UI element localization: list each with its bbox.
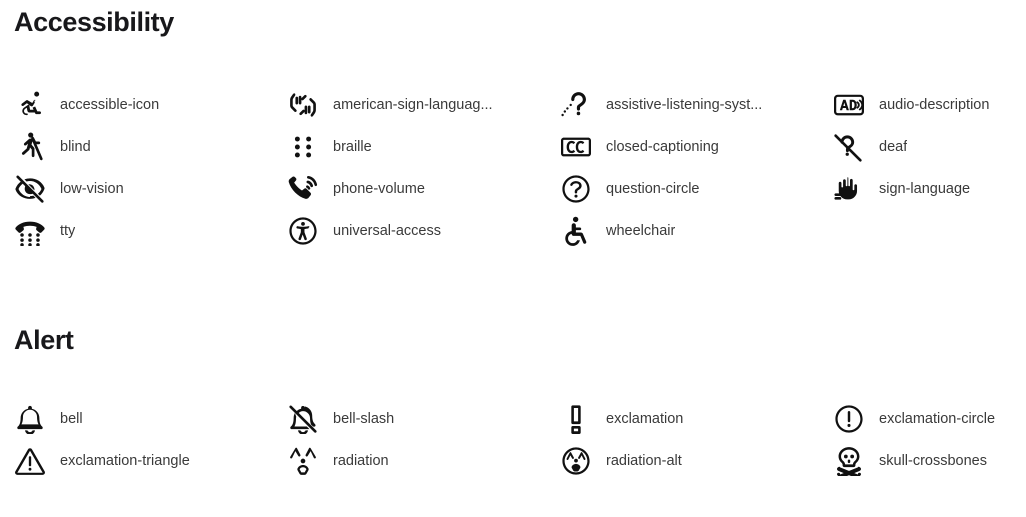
tty-icon — [14, 215, 46, 247]
icon-list-item-label: accessible-icon — [60, 97, 160, 113]
bell-icon — [14, 403, 46, 435]
icon-list-item-label: sign-language — [879, 181, 971, 197]
icon-list-item-label: question-circle — [606, 181, 700, 197]
icon-list-item-label: exclamation — [606, 411, 684, 427]
icon-list-item[interactable]: sign-language — [833, 168, 1026, 210]
icon-list-item[interactable]: bell-slash — [287, 398, 560, 440]
accessible-icon — [14, 89, 46, 121]
bell-slash-icon — [287, 403, 319, 435]
low-vision-icon — [14, 173, 46, 205]
icon-list-item-label: phone-volume — [333, 181, 425, 197]
assistive-listening-systems-icon — [560, 89, 592, 121]
icon-list-item[interactable]: radiation-alt — [560, 440, 833, 482]
closed-captioning-icon — [560, 131, 592, 163]
icon-list-item[interactable]: universal-access — [287, 210, 560, 252]
icon-list-item[interactable]: closed-captioning — [560, 126, 833, 168]
icon-list-item[interactable]: assistive-listening-syst... — [560, 84, 833, 126]
question-circle-icon — [560, 173, 592, 205]
icon-list-item-label: radiation-alt — [606, 453, 682, 469]
braille-icon — [287, 131, 319, 163]
icon-list-item[interactable]: skull-crossbones — [833, 440, 1026, 482]
phone-volume-icon — [287, 173, 319, 205]
icon-list-item[interactable]: blind — [14, 126, 287, 168]
icon-list-item[interactable]: exclamation-triangle — [14, 440, 287, 482]
exclamation-triangle-icon — [14, 445, 46, 477]
icon-list-item-label: skull-crossbones — [879, 453, 987, 469]
blind-icon — [14, 131, 46, 163]
icon-list-item-label: bell — [60, 411, 83, 427]
icon-list-item[interactable]: tty — [14, 210, 287, 252]
icon-list-item[interactable]: accessible-icon — [14, 84, 287, 126]
page-title-alert: Alert — [14, 325, 74, 355]
icon-list-item-label: american-sign-languag... — [333, 97, 493, 113]
skull-crossbones-icon — [833, 445, 865, 477]
universal-access-icon — [287, 215, 319, 247]
icon-list-item[interactable]: low-vision — [14, 168, 287, 210]
icon-list-item-label: radiation — [333, 453, 389, 469]
icon-list-item[interactable]: exclamation-circle — [833, 398, 1026, 440]
icon-list-item[interactable]: audio-description — [833, 84, 1026, 126]
icon-list-item-label: low-vision — [60, 181, 124, 197]
exclamation-icon — [560, 403, 592, 435]
deaf-icon — [833, 131, 865, 163]
american-sign-language-interpreting-icon — [287, 89, 319, 121]
wheelchair-icon — [560, 215, 592, 247]
icon-list-item-label: bell-slash — [333, 411, 395, 427]
icon-list-item-label: wheelchair — [606, 223, 676, 239]
icon-list-item[interactable]: question-circle — [560, 168, 833, 210]
icon-list-item[interactable]: deaf — [833, 126, 1026, 168]
icon-grid-alert: bell bell-slash exclamation exclamation-cir… — [0, 398, 1026, 482]
icon-list-item-label: closed-captioning — [606, 139, 719, 155]
icon-list-item-label: assistive-listening-syst... — [606, 97, 763, 113]
icon-list-item-label: exclamation-circle — [879, 411, 996, 427]
icon-list-item-label: deaf — [879, 139, 908, 155]
icon-list-item[interactable]: bell — [14, 398, 287, 440]
icon-list-item[interactable]: braille — [287, 126, 560, 168]
section-alert: Alert bell bell-slash exclamation exclamati… — [0, 318, 1026, 482]
icon-list-item-label: braille — [333, 139, 372, 155]
section-accessibility: Accessibility accessible-icon american-si… — [0, 0, 1026, 252]
icon-list-item[interactable]: phone-volume — [287, 168, 560, 210]
icon-list-item-label: exclamation-triangle — [60, 453, 190, 469]
icon-grid-accessibility: accessible-icon american-sign-languag... a… — [0, 84, 1026, 252]
sign-language-icon — [833, 173, 865, 205]
exclamation-circle-icon — [833, 403, 865, 435]
icon-list-item-label: tty — [60, 223, 76, 239]
icon-gallery-page: Accessibility accessible-icon american-si… — [0, 0, 1026, 517]
icon-list-item-label: blind — [60, 139, 91, 155]
icon-list-item-label: universal-access — [333, 223, 441, 239]
icon-list-item-label: audio-description — [879, 97, 990, 113]
radiation-icon — [287, 445, 319, 477]
page-title-accessibility: Accessibility — [14, 7, 174, 37]
icon-list-item[interactable]: exclamation — [560, 398, 833, 440]
radiation-alt-icon — [560, 445, 592, 477]
audio-description-icon — [833, 89, 865, 121]
icon-list-item[interactable]: american-sign-languag... — [287, 84, 560, 126]
icon-list-item[interactable]: wheelchair — [560, 210, 833, 252]
icon-list-item[interactable]: radiation — [287, 440, 560, 482]
